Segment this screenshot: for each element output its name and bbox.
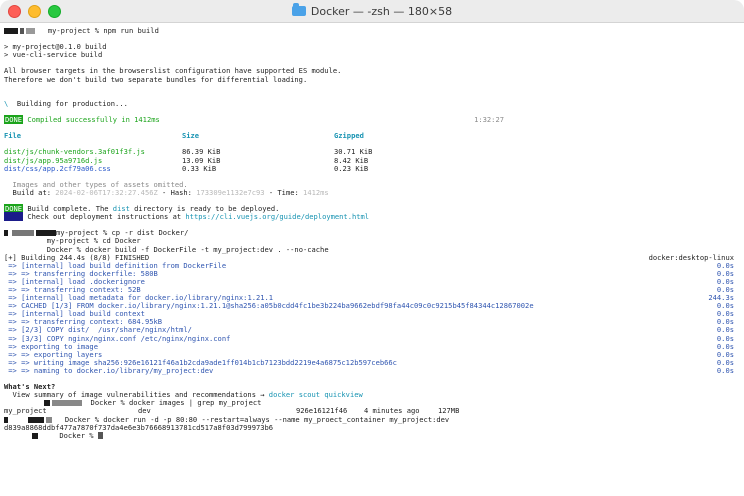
terminal-line: my-project % npm run build: [4, 26, 740, 35]
table-row: dist/css/app.2cf79a06.css 0.33 KiB 0.23 Ki…: [4, 163, 369, 173]
terminal-line: d839a8868ddbf477a7870f737da4e6e3b7666891…: [4, 422, 274, 432]
build-step: => => naming to docker.io/library/my_pro…: [8, 365, 734, 375]
table-row: dist/js/chunk-vendors.3af01f3f.js 86.39 K…: [4, 147, 373, 157]
terminal-line: Docker %: [4, 431, 740, 440]
info-badge: INFO: [4, 212, 24, 222]
table-header: File Size Gzipped: [4, 131, 364, 141]
terminal-line: > vue-cli-service build: [4, 50, 103, 60]
terminal-line: INFO Check out deployment instructions a…: [4, 212, 370, 222]
build-step: => exporting to image 0.0s: [8, 341, 734, 351]
deployment-link[interactable]: https://cli.vuejs.org/guide/deployment.h…: [185, 212, 369, 221]
title-bar: Docker — -zsh — 180×58: [0, 0, 744, 23]
terminal-line: DONE Compiled successfully in 1412ms 1:32…: [4, 115, 504, 125]
scout-command-link[interactable]: docker scout quickview: [269, 390, 363, 399]
folder-icon: [291, 3, 306, 16]
terminal-output[interactable]: my-project % npm run build > my-project@…: [0, 23, 744, 440]
build-step: => [3/3] COPY nginx/nginx.conf /etc/ngin…: [8, 333, 734, 343]
window-title-text: Docker — -zsh — 180×58: [310, 4, 453, 18]
terminal-line: > my-project@0.1.0 build: [4, 42, 107, 52]
terminal-window: Docker — -zsh — 180×58 my-project % npm …: [0, 0, 744, 496]
terminal-line: \ Building for production...: [4, 98, 128, 108]
done-badge: DONE: [4, 115, 24, 125]
cursor-icon: [97, 432, 103, 440]
window-title: Docker — -zsh — 180×58: [0, 0, 744, 22]
terminal-line: Therefore we don't build two separate bu…: [4, 74, 308, 84]
terminal-line: Build at: 2024-02-06T17:32:27.456Z - Has…: [12, 187, 329, 197]
table-row: dist/js/app.95a9716d.js 13.09 KiB 8.42 KiB: [4, 155, 369, 165]
